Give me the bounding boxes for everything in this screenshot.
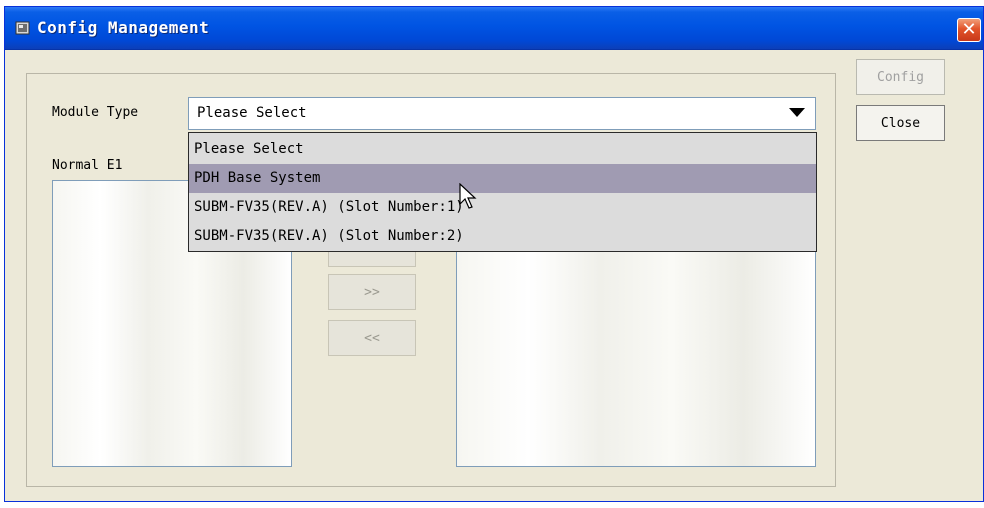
dropdown-arrow-icon[interactable] bbox=[789, 108, 805, 117]
normal-e1-label: Normal E1 bbox=[52, 158, 123, 173]
close-icon: ✕ bbox=[961, 19, 977, 40]
option-subm-fv35-slot-1[interactable]: SUBM-FV35(REV.A) (Slot Number:1) bbox=[189, 193, 816, 222]
app-window-icon bbox=[15, 21, 30, 35]
config-button[interactable]: Config bbox=[856, 59, 945, 95]
move-left-button[interactable]: << bbox=[328, 320, 416, 356]
option-subm-fv35-slot-2[interactable]: SUBM-FV35(REV.A) (Slot Number:2) bbox=[189, 222, 816, 251]
close-button[interactable]: Close bbox=[856, 105, 945, 141]
window-title: Config Management bbox=[37, 18, 210, 37]
move-right-button[interactable]: >> bbox=[328, 274, 416, 310]
module-type-value: Please Select bbox=[197, 105, 307, 121]
option-please-select[interactable]: Please Select bbox=[189, 135, 816, 164]
module-type-label: Module Type bbox=[52, 105, 139, 120]
module-type-dropdown-list: Please Select PDH Base System SUBM-FV35(… bbox=[188, 132, 817, 252]
window-close-button[interactable]: ✕ bbox=[957, 18, 981, 42]
mouse-pointer-icon bbox=[459, 183, 477, 209]
option-pdh-base-system[interactable]: PDH Base System bbox=[189, 164, 816, 193]
module-type-select[interactable]: Please Select bbox=[188, 97, 816, 130]
title-bar[interactable]: Config Management ✕ bbox=[5, 7, 983, 50]
